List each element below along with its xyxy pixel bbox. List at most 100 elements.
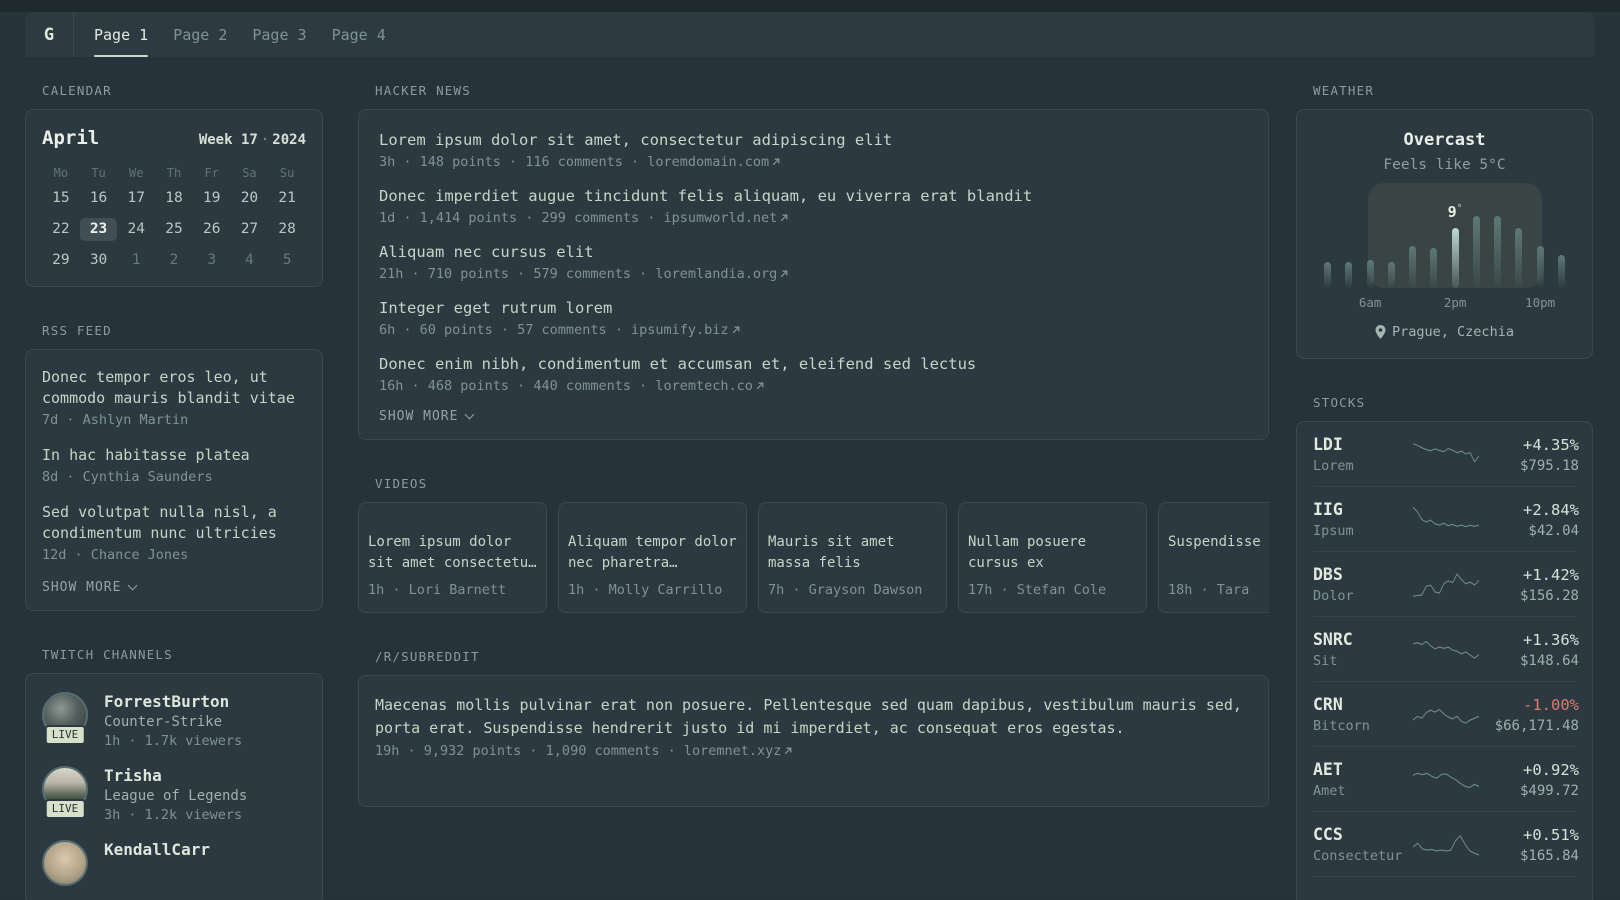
tab-page-2[interactable]: Page 2 [173, 12, 227, 57]
hackernews-item-title[interactable]: Lorem ipsum dolor sit amet, consectetur … [379, 129, 1248, 151]
app-logo[interactable]: G [25, 12, 73, 57]
subreddit-card: Maecenas mollis pulvinar erat non posuer… [358, 675, 1269, 807]
hackernews-item-title[interactable]: Donec enim nibh, condimentum et accumsan… [379, 353, 1248, 375]
channel-avatar-kendallcarr[interactable] [42, 840, 88, 886]
tab-page-1[interactable]: Page 1 [94, 12, 149, 57]
center-column: HACKER NEWS Lorem ipsum dolor sit amet, … [358, 83, 1269, 900]
stock-price: $148.64 [1519, 652, 1579, 669]
rss-item-title[interactable]: Donec tempor eros leo, ut commodo mauris… [42, 367, 306, 409]
stock-id: AET Amet [1313, 760, 1413, 799]
stock-change: -1.00% [1523, 695, 1579, 714]
rss-card: Donec tempor eros leo, ut commodo mauris… [25, 349, 323, 611]
rss-show-more-button[interactable]: SHOW MORE [42, 580, 306, 595]
rss-item-title[interactable]: Sed volutpat nulla nisl, a condimentum n… [42, 502, 306, 544]
subreddit-post-title[interactable]: Maecenas mollis pulvinar erat non posuer… [375, 694, 1252, 740]
separator-dot: · [260, 132, 270, 148]
weather-bar [1515, 228, 1523, 288]
weather-widget: WEATHER Overcast Feels like 5°C 9° 6am 2p… [1296, 83, 1593, 359]
stock-ticker: AET [1313, 760, 1343, 779]
calendar-day-selected: 23 [79, 218, 118, 241]
section-title-videos: VIDEOS [375, 476, 428, 491]
item-domain-link[interactable]: loremnet.xyz [684, 743, 782, 759]
weather-bar-slot [1402, 193, 1423, 288]
channel-name[interactable]: ForrestBurton [104, 692, 242, 711]
stock-change: +1.36% [1523, 630, 1579, 649]
video-title[interactable]: Suspendisse diam [1168, 532, 1269, 574]
calendar-header: April Week 17 · 2024 [42, 127, 306, 149]
video-title[interactable]: Mauris sit amet massa felis [768, 532, 937, 574]
channel-game: League of Legends [104, 788, 248, 804]
weather-bar-current [1451, 228, 1459, 288]
stock-values: -1.00% $66,171.48 [1479, 696, 1579, 734]
stock-values: +4.35% $795.18 [1479, 436, 1579, 474]
current-temp-label: 9° [1448, 203, 1463, 221]
stock-sparkline [1413, 890, 1479, 900]
calendar-day: 26 [202, 221, 221, 237]
weather-time-label: 6am [1358, 295, 1382, 310]
calendar-day: 20 [240, 190, 259, 206]
stock-id: LDI Lorem [1313, 435, 1413, 474]
hackernews-show-more-button[interactable]: SHOW MORE [379, 409, 1248, 424]
hackernews-item: Donec enim nibh, condimentum et accumsan… [379, 353, 1248, 394]
video-meta: 18h · Tara [1168, 582, 1250, 598]
twitch-channel-row: LIVE Trisha League of Legends 3h · 1.2k vie… [42, 766, 306, 823]
stock-price: $499.72 [1519, 782, 1579, 799]
video-title[interactable]: Aliquam tempor dolor nec pharetra… [568, 532, 737, 574]
stock-values: +1.42% $156.28 [1479, 566, 1579, 604]
rss-item-title[interactable]: In hac habitasse platea [42, 445, 306, 466]
stock-change: +0.92% [1523, 760, 1579, 779]
stock-name: Consectetur [1313, 848, 1403, 864]
item-meta-text: 1d · 1,414 points · 299 comments · [379, 210, 664, 226]
weather-time-labels: 6am 2pm 10pm [1317, 295, 1572, 311]
stock-ticker: LDI [1313, 435, 1343, 454]
item-domain-link[interactable]: ipsumify.biz [631, 322, 729, 338]
video-card: Nullam posuere cursus ex 17h · Stefan Col… [958, 502, 1147, 613]
video-card: Lorem ipsum dolor sit amet consectetu… 1h… [358, 502, 547, 613]
calendar-day: 27 [240, 221, 259, 237]
channel-name[interactable]: KendallCarr [104, 840, 210, 859]
stock-sparkline [1413, 772, 1479, 789]
tab-page-3[interactable]: Page 3 [252, 12, 306, 57]
stock-change: +2.84% [1523, 500, 1579, 519]
section-title-rss: RSS FEED [42, 323, 112, 338]
hackernews-item-title[interactable]: Integer eget rutrum lorem [379, 297, 1248, 319]
channel-name[interactable]: Trisha [104, 766, 247, 785]
item-domain-link[interactable]: loremdomain.com [647, 154, 769, 170]
rss-item-meta: 7d · Ashlyn Martin [42, 412, 189, 428]
video-title[interactable]: Lorem ipsum dolor sit amet consectetu… [368, 532, 537, 574]
stock-values: +1.36% $148.64 [1479, 631, 1579, 669]
item-domain-link[interactable]: loremtech.co [655, 378, 753, 394]
channel-avatar-trisha[interactable]: LIVE [42, 766, 88, 819]
stock-change: +1.42% [1523, 565, 1579, 584]
weather-bar [1430, 248, 1438, 288]
hackernews-item-title[interactable]: Aliquam nec cursus elit [379, 241, 1248, 263]
stock-id: SNRC Sit [1313, 630, 1413, 669]
channel-info: Trisha League of Legends 3h · 1.2k viewers [104, 766, 247, 823]
hackernews-item-title[interactable]: Donec imperdiet augue tincidunt felis al… [379, 185, 1248, 207]
right-column: WEATHER Overcast Feels like 5°C 9° 6am 2p… [1296, 83, 1593, 900]
temp-degree: ° [1456, 203, 1463, 215]
subreddit-post: Maecenas mollis pulvinar erat non posuer… [375, 694, 1252, 759]
calendar-weekday: Fr [204, 166, 219, 180]
item-domain-link[interactable]: ipsumworld.net [663, 210, 777, 226]
stock-spark-wrap [1413, 437, 1479, 472]
hackernews-item-meta: 1d · 1,414 points · 299 comments · ipsum… [379, 210, 1248, 226]
weather-condition: Overcast [1403, 130, 1486, 150]
hackernews-item: Lorem ipsum dolor sit amet, consectetur … [379, 129, 1248, 170]
video-title[interactable]: Nullam posuere cursus ex [968, 532, 1137, 574]
video-meta: 17h · Stefan Cole [968, 582, 1107, 598]
hackernews-widget: HACKER NEWS Lorem ipsum dolor sit amet, … [358, 83, 1269, 440]
item-domain-link[interactable]: loremlandia.org [655, 266, 777, 282]
channel-meta: 3h · 1.2k viewers [104, 807, 243, 823]
rss-item-meta: 8d · Cynthia Saunders [42, 469, 213, 485]
tab-page-4[interactable]: Page 4 [332, 12, 386, 57]
subreddit-widget: /R/SUBREDDIT Maecenas mollis pulvinar er… [358, 649, 1269, 807]
calendar-weekday: Su [279, 166, 295, 180]
weather-bar-slot [1338, 193, 1359, 288]
channel-avatar-forrestburton[interactable]: LIVE [42, 692, 88, 745]
video-meta: 1h · Molly Carrillo [568, 582, 723, 598]
stock-name: Lorem [1313, 458, 1354, 474]
section-title-twitch: TWITCH CHANNELS [42, 647, 173, 662]
item-meta-text: 6h · 60 points · 57 comments · [379, 322, 631, 338]
stock-sparkline [1413, 573, 1479, 597]
